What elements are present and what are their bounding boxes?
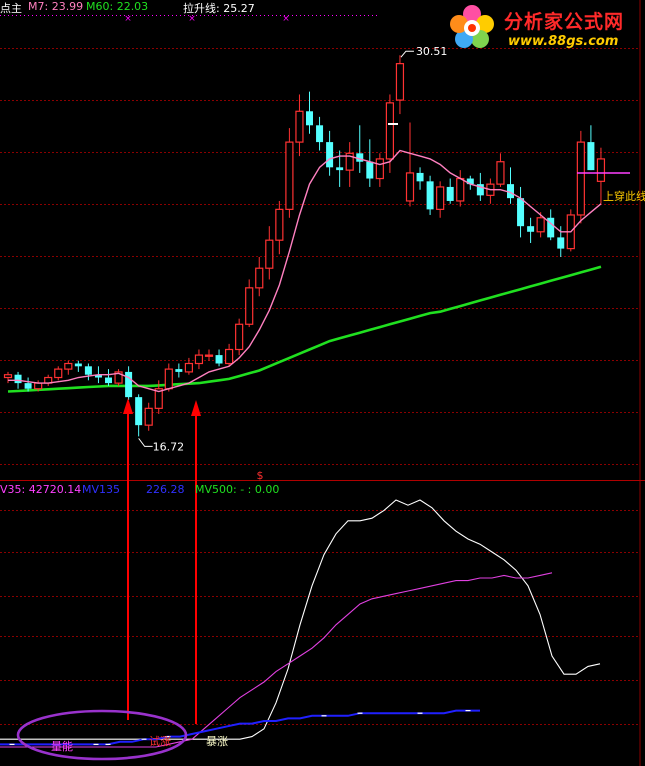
logo-title: 分析家公式网 xyxy=(504,11,625,33)
candle-body xyxy=(517,198,525,227)
candle-body xyxy=(64,362,73,370)
pull-line-label: 拉升线: 25.27 xyxy=(183,2,255,15)
candle xyxy=(285,128,294,218)
candle-body xyxy=(184,362,193,373)
candle-body xyxy=(336,167,344,171)
candle-body xyxy=(557,237,565,249)
candle-body xyxy=(426,181,434,210)
mv500-label: MV500: - : 0.00 xyxy=(195,483,280,496)
cross-line-label: 上穿此线 xyxy=(603,189,645,203)
candle-body xyxy=(527,226,535,232)
candle-body xyxy=(366,161,374,179)
logo-url: www.88gs.com xyxy=(508,34,619,49)
candle-body xyxy=(215,355,223,364)
candle-body xyxy=(164,368,173,390)
candle xyxy=(114,369,123,386)
candle-body xyxy=(456,177,465,202)
stock-chart: × × × 30.5116.72上穿此线$量能 试涨 暴涨 xyxy=(0,0,645,766)
candle-body xyxy=(125,371,133,398)
mv135-label: MV135 xyxy=(82,483,121,496)
candle-body xyxy=(295,110,304,143)
candle-body xyxy=(405,172,415,202)
ma60-label: M60: 22.03 xyxy=(86,0,149,13)
candle-body xyxy=(326,142,334,168)
v35-label: V35: 42720.14 xyxy=(0,483,82,496)
candle-body xyxy=(416,172,424,182)
candle xyxy=(426,175,434,215)
site-logo: 分析家公式网 www.88gs.com xyxy=(446,2,642,54)
candle-body xyxy=(496,161,505,185)
candle-body xyxy=(255,267,264,289)
candle-body xyxy=(175,369,183,372)
tick-mark: × xyxy=(282,14,290,24)
candle-body xyxy=(265,239,274,269)
indicator-title: 点主 xyxy=(0,2,22,15)
candle-body xyxy=(395,63,405,101)
candle xyxy=(576,130,585,224)
candle-body xyxy=(14,374,22,384)
candle-body xyxy=(275,208,284,241)
ma7-label: M7: 23.99 xyxy=(28,0,84,13)
test-rise-label: 试涨 xyxy=(149,735,171,748)
candle-body xyxy=(3,374,13,379)
candle-body xyxy=(84,366,92,375)
candle-body xyxy=(245,287,254,325)
candle-body xyxy=(436,186,445,210)
candle-body xyxy=(446,186,454,201)
high-price-label: 30.51 xyxy=(416,45,448,58)
candle-body xyxy=(135,397,143,426)
flower-icon xyxy=(450,5,494,48)
candle-body xyxy=(316,125,324,143)
candle-body xyxy=(596,158,606,182)
volume-label: 量能 xyxy=(51,739,73,753)
candle-body xyxy=(375,158,384,180)
candle-body xyxy=(536,217,545,233)
surge-label: 暴涨 xyxy=(206,735,228,748)
candle-body xyxy=(144,407,153,426)
candle-body xyxy=(54,368,63,379)
candle-body xyxy=(235,323,244,351)
candle-body xyxy=(285,141,294,210)
candle-body xyxy=(74,363,82,367)
candle-body xyxy=(576,141,585,216)
candle xyxy=(235,318,244,356)
candle-body xyxy=(34,382,43,390)
candle-body xyxy=(204,354,214,357)
candle xyxy=(566,209,575,252)
tick-mark: × xyxy=(124,14,132,24)
dollar-mark: $ xyxy=(257,469,264,482)
candle-body xyxy=(385,102,394,160)
candle-body xyxy=(225,348,234,365)
candle-body xyxy=(105,377,112,384)
low-price-label: 16.72 xyxy=(153,440,185,453)
candle-body xyxy=(24,383,32,389)
candle-body xyxy=(194,354,204,365)
candle-body xyxy=(306,111,313,126)
candle-body xyxy=(587,142,595,171)
mv135-value: 226.28 xyxy=(146,483,185,496)
